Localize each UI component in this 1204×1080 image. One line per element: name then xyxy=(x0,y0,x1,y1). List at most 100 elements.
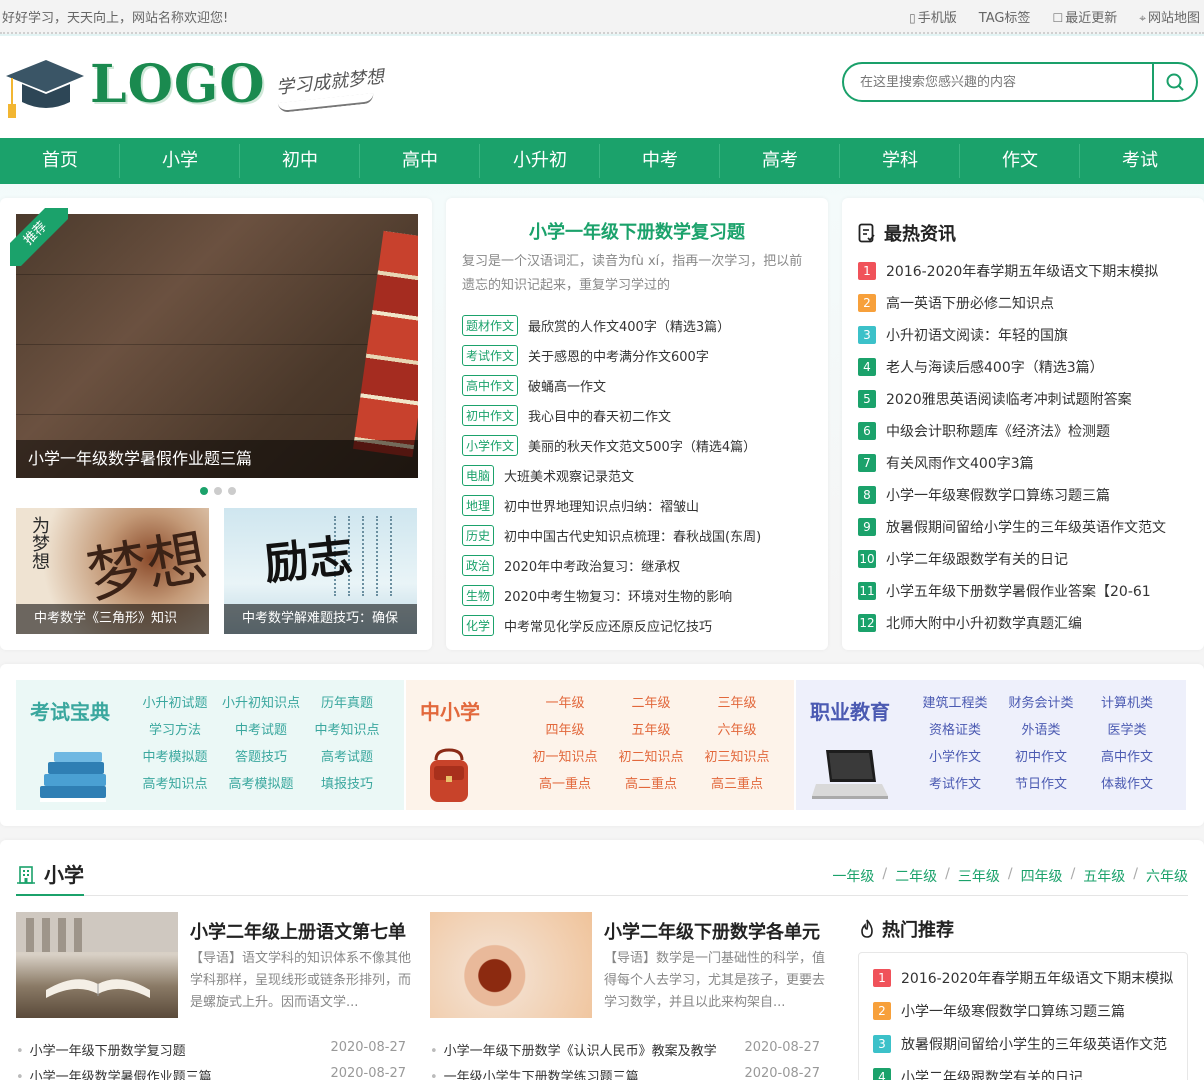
category-link[interactable]: 高一重点 xyxy=(522,775,608,794)
thumb-card[interactable]: 励志 中考数学解难题技巧：确保 xyxy=(224,508,417,634)
nav-item[interactable]: 学科 xyxy=(840,138,960,184)
category-tag[interactable]: 电脑 xyxy=(462,464,495,486)
list-item-link[interactable]: 小学一年级下册数学复习题 xyxy=(16,1040,186,1066)
hot-news-item[interactable]: 1 2016-2020年春学期五年级语文下期末模拟 xyxy=(858,255,1198,287)
hot-news-link[interactable]: 高一英语下册必修二知识点 xyxy=(886,293,1054,313)
list-item[interactable]: 小学一年级下册数学《认识人民币》教案及教学 2020-08-27 xyxy=(430,1040,820,1066)
category-link[interactable]: 初三知识点 xyxy=(694,748,780,767)
grade-link[interactable]: 四年级 xyxy=(1021,866,1063,886)
category-link[interactable]: 财务会计类 xyxy=(998,694,1084,713)
hot-news-item[interactable]: 6 中级会计职称题库《经济法》检测题 xyxy=(858,415,1198,447)
top-link[interactable]: TAG标签 xyxy=(979,7,1031,26)
category-link[interactable]: 小升初知识点 xyxy=(218,694,304,713)
tagged-article-row[interactable]: 考试作文 关于感恩的中考满分作文600字 xyxy=(462,340,812,370)
list-item[interactable]: 小学一年级数学暑假作业题三篇 2020-08-27 xyxy=(16,1066,406,1080)
hot-news-link[interactable]: 2016-2020年春学期五年级语文下期末模拟 xyxy=(886,261,1158,281)
article-link[interactable]: 2020年中考政治复习：继承权 xyxy=(504,556,680,575)
list-item[interactable]: 一年级小学生下册数学练习题三篇 2020-08-27 xyxy=(430,1066,820,1080)
article-link[interactable]: 2020中考生物复习：环境对生物的影响 xyxy=(504,586,732,605)
tagged-article-row[interactable]: 化学 中考常见化学反应还原反应记忆技巧 xyxy=(462,610,812,640)
category-link[interactable]: 计算机类 xyxy=(1084,694,1170,713)
grade-link[interactable]: 六年级 xyxy=(1146,866,1188,886)
hot-news-item[interactable]: 5 2020雅思英语阅读临考冲刺试题附答案 xyxy=(858,383,1198,415)
nav-item[interactable]: 中考 xyxy=(600,138,720,184)
list-item-link[interactable]: 一年级小学生下册数学练习题三篇 xyxy=(430,1066,639,1080)
category-link[interactable]: 建筑工程类 xyxy=(912,694,998,713)
category-link[interactable]: 高三重点 xyxy=(694,775,780,794)
category-tag[interactable]: 政治 xyxy=(462,554,495,576)
category-link[interactable]: 中考试题 xyxy=(218,721,304,740)
category-link[interactable]: 五年级 xyxy=(608,721,694,740)
category-link[interactable]: 六年级 xyxy=(694,721,780,740)
article-link[interactable]: 关于感恩的中考满分作文600字 xyxy=(528,346,709,365)
nav-item[interactable]: 高中 xyxy=(360,138,480,184)
hot-news-item[interactable]: 8 小学一年级寒假数学口算练习题三篇 xyxy=(858,479,1198,511)
article-link[interactable]: 中考常见化学反应还原反应记忆技巧 xyxy=(504,616,712,635)
nav-item[interactable]: 初中 xyxy=(240,138,360,184)
hot-news-item[interactable]: 12 北师大附中小升初数学真题汇编 xyxy=(858,607,1198,639)
category-tag[interactable]: 地理 xyxy=(462,494,495,516)
category-link[interactable]: 三年级 xyxy=(694,694,780,713)
hot-news-link[interactable]: 小升初语文阅读：年轻的国旗 xyxy=(886,325,1068,345)
hot-news-item[interactable]: 10 小学二年级跟数学有关的日记 xyxy=(858,543,1198,575)
category-link[interactable]: 医学类 xyxy=(1084,721,1170,740)
thumb-card[interactable]: 为梦想 梦想 中考数学《三角形》知识 xyxy=(16,508,209,634)
category-link[interactable]: 考试作文 xyxy=(912,775,998,794)
category-link[interactable]: 初一知识点 xyxy=(522,748,608,767)
category-link[interactable]: 高二重点 xyxy=(608,775,694,794)
category-link[interactable]: 一年级 xyxy=(522,694,608,713)
slider-dot[interactable] xyxy=(200,487,208,495)
grade-link[interactable]: 三年级 xyxy=(958,866,1000,886)
category-tag[interactable]: 题材作文 xyxy=(462,314,519,336)
category-title[interactable]: 职业教育 xyxy=(810,696,890,725)
category-link[interactable]: 中考模拟题 xyxy=(132,748,218,767)
nav-item[interactable]: 小升初 xyxy=(480,138,600,184)
article-link[interactable]: 美丽的秋天作文范文500字（精选4篇） xyxy=(528,436,756,455)
tagged-article-row[interactable]: 高中作文 破蛹高一作文 xyxy=(462,370,812,400)
top-link[interactable]: ☐ 最近更新 xyxy=(1052,7,1117,26)
category-link[interactable]: 高中作文 xyxy=(1084,748,1170,767)
hot-news-link[interactable]: 小学五年级下册数学暑假作业答案【20-61 xyxy=(886,581,1151,601)
top-link[interactable]: ▯ 手机版 xyxy=(909,7,957,26)
article-link[interactable]: 大班美术观察记录范文 xyxy=(504,466,634,485)
category-link[interactable]: 四年级 xyxy=(522,721,608,740)
hot-news-link[interactable]: 北师大附中小升初数学真题汇编 xyxy=(886,613,1082,633)
category-link[interactable]: 资格证类 xyxy=(912,721,998,740)
recommend-item[interactable]: 1 2016-2020年春学期五年级语文下期末模拟 xyxy=(873,961,1173,994)
tagged-article-row[interactable]: 题材作文 最欣赏的人作文400字（精选3篇） xyxy=(462,310,812,340)
hot-news-link[interactable]: 有关风雨作文400字3篇 xyxy=(886,453,1034,473)
hot-news-link[interactable]: 老人与海读后感400字（精选3篇） xyxy=(886,357,1104,377)
category-link[interactable]: 外语类 xyxy=(998,721,1084,740)
hot-news-item[interactable]: 3 小升初语文阅读：年轻的国旗 xyxy=(858,319,1198,351)
nav-item[interactable]: 作文 xyxy=(960,138,1080,184)
hot-news-item[interactable]: 9 放暑假期间留给小学生的三年级英语作文范文 xyxy=(858,511,1198,543)
recommend-item[interactable]: 3 放暑假期间留给小学生的三年级英语作文范 xyxy=(873,1027,1173,1060)
nav-item[interactable]: 高考 xyxy=(720,138,840,184)
recommend-link[interactable]: 2016-2020年春学期五年级语文下期末模拟 xyxy=(901,968,1173,988)
category-tag[interactable]: 化学 xyxy=(462,614,495,636)
article-link[interactable]: 破蛹高一作文 xyxy=(528,376,606,395)
category-link[interactable]: 小升初试题 xyxy=(132,694,218,713)
search-button[interactable] xyxy=(1152,64,1196,100)
slider-dot[interactable] xyxy=(228,487,236,495)
hot-news-link[interactable]: 2020雅思英语阅读临考冲刺试题附答案 xyxy=(886,389,1132,409)
tagged-article-row[interactable]: 地理 初中世界地理知识点归纳：褶皱山 xyxy=(462,490,812,520)
recommend-link[interactable]: 放暑假期间留给小学生的三年级英语作文范 xyxy=(901,1034,1167,1054)
recommend-link[interactable]: 小学二年级跟数学有关的日记 xyxy=(901,1067,1083,1080)
hot-news-link[interactable]: 小学一年级寒假数学口算练习题三篇 xyxy=(886,485,1110,505)
nav-item[interactable]: 首页 xyxy=(0,138,120,184)
article-link[interactable]: 最欣赏的人作文400字（精选3篇） xyxy=(528,316,730,335)
recommend-link[interactable]: 小学一年级寒假数学口算练习题三篇 xyxy=(901,1001,1125,1021)
category-link[interactable]: 高考试题 xyxy=(304,748,390,767)
category-link[interactable]: 中考知识点 xyxy=(304,721,390,740)
tagged-article-row[interactable]: 初中作文 我心目中的春天初二作文 xyxy=(462,400,812,430)
category-title[interactable]: 中小学 xyxy=(420,696,480,725)
hot-news-item[interactable]: 11 小学五年级下册数学暑假作业答案【20-61 xyxy=(858,575,1198,607)
nav-item[interactable]: 考试 xyxy=(1080,138,1200,184)
category-link[interactable]: 小学作文 xyxy=(912,748,998,767)
search-input[interactable] xyxy=(860,72,1140,92)
headline-title[interactable]: 小学一年级下册数学复习题 xyxy=(446,218,828,244)
tagged-article-row[interactable]: 生物 2020中考生物复习：环境对生物的影响 xyxy=(462,580,812,610)
hot-news-link[interactable]: 小学二年级跟数学有关的日记 xyxy=(886,549,1068,569)
tea-cup-image[interactable] xyxy=(430,912,592,1018)
